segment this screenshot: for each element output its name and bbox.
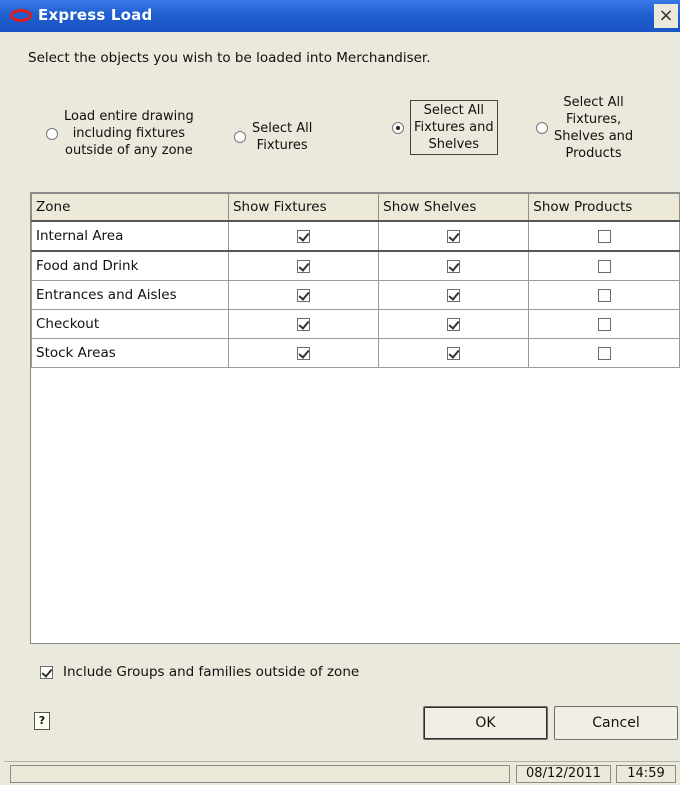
table-row[interactable]: Checkout [31, 309, 680, 339]
window-title: Express Load [38, 6, 153, 24]
column-header-show-fixtures[interactable]: Show Fixtures [227, 193, 380, 222]
ok-button[interactable]: OK [423, 706, 548, 740]
show-shelves-cell [378, 338, 530, 368]
show-shelves-checkbox[interactable] [447, 288, 461, 302]
table-row[interactable]: Food and Drink [31, 250, 680, 281]
table-row[interactable]: Internal Area [31, 220, 680, 252]
option-load-entire-drawing[interactable]: Load entire drawing including fixtures o… [46, 108, 194, 159]
cancel-button[interactable]: Cancel [554, 706, 678, 740]
status-message [10, 765, 510, 783]
show-shelves-checkbox[interactable] [447, 259, 461, 273]
include-groups-label: Include Groups and families outside of z… [63, 664, 360, 680]
express-load-dialog: Express Load × Select the objects you wi… [0, 0, 680, 785]
show-products-cell [528, 309, 680, 339]
status-date: 08/12/2011 [516, 765, 611, 783]
instruction-text: Select the objects you wish to be loaded… [28, 50, 431, 66]
show-fixtures-cell [227, 338, 380, 368]
option-select-all-fixtures-shelves[interactable]: Select All Fixtures and Shelves [392, 100, 498, 155]
zone-name-cell: Food and Drink [31, 250, 229, 281]
show-shelves-checkbox[interactable] [447, 229, 461, 243]
show-shelves-cell [378, 250, 530, 281]
show-products-checkbox[interactable] [597, 288, 611, 302]
zone-name-cell: Stock Areas [31, 338, 229, 368]
show-fixtures-checkbox[interactable] [297, 346, 311, 360]
column-header-show-shelves[interactable]: Show Shelves [378, 193, 530, 222]
option-label: Select All Fixtures [252, 121, 313, 153]
zone-grid: Zone Show Fixtures Show Shelves Show Pro… [30, 192, 680, 644]
show-fixtures-checkbox[interactable] [297, 229, 311, 243]
zone-name-cell: Checkout [31, 309, 229, 339]
help-icon[interactable]: ? [34, 712, 50, 730]
title-bar: Express Load × [0, 0, 680, 32]
table-row[interactable]: Entrances and Aisles [31, 280, 680, 310]
show-products-cell [528, 250, 680, 281]
show-fixtures-checkbox[interactable] [297, 317, 311, 331]
status-bar: 08/12/2011 14:59 [4, 761, 680, 785]
show-products-checkbox[interactable] [597, 229, 611, 243]
show-fixtures-cell [227, 309, 380, 339]
close-icon[interactable]: × [654, 4, 678, 28]
include-groups-option[interactable]: Include Groups and families outside of z… [40, 664, 359, 680]
show-fixtures-checkbox[interactable] [297, 259, 311, 273]
show-products-cell [528, 220, 680, 252]
show-fixtures-cell [227, 280, 380, 310]
show-fixtures-checkbox[interactable] [297, 288, 311, 302]
show-shelves-cell [378, 309, 530, 339]
status-time: 14:59 [616, 765, 676, 783]
show-shelves-cell [378, 280, 530, 310]
show-shelves-cell [378, 220, 530, 252]
radio-icon[interactable] [392, 121, 404, 134]
zone-name-cell: Entrances and Aisles [31, 280, 229, 310]
option-label: Select All Fixtures and Shelves [410, 100, 498, 155]
include-groups-checkbox[interactable] [40, 665, 53, 679]
show-shelves-checkbox[interactable] [447, 346, 461, 360]
table-row[interactable]: Stock Areas [31, 338, 680, 368]
show-fixtures-cell [227, 220, 380, 252]
show-products-checkbox[interactable] [597, 317, 611, 331]
radio-icon[interactable] [536, 122, 548, 134]
option-select-all-fixtures-shelves-products[interactable]: Select All Fixtures, Shelves and Product… [536, 94, 633, 162]
show-products-checkbox[interactable] [597, 259, 611, 273]
radio-icon[interactable] [46, 127, 58, 140]
option-label: Select All Fixtures, Shelves and Product… [554, 95, 634, 161]
column-header-show-products[interactable]: Show Products [528, 193, 680, 222]
option-label: Load entire drawing including fixtures o… [64, 109, 194, 158]
column-header-zone[interactable]: Zone [31, 193, 229, 222]
show-products-cell [528, 280, 680, 310]
zone-table: Zone Show Fixtures Show Shelves Show Pro… [31, 193, 680, 368]
show-fixtures-cell [227, 250, 380, 281]
show-products-cell [528, 338, 680, 368]
oracle-logo-icon [10, 9, 32, 22]
table-header-row: Zone Show Fixtures Show Shelves Show Pro… [31, 193, 680, 222]
show-shelves-checkbox[interactable] [447, 317, 461, 331]
zone-name-cell: Internal Area [31, 220, 229, 252]
option-select-all-fixtures[interactable]: Select All Fixtures [234, 120, 312, 154]
show-products-checkbox[interactable] [597, 346, 611, 360]
radio-icon[interactable] [234, 131, 246, 143]
